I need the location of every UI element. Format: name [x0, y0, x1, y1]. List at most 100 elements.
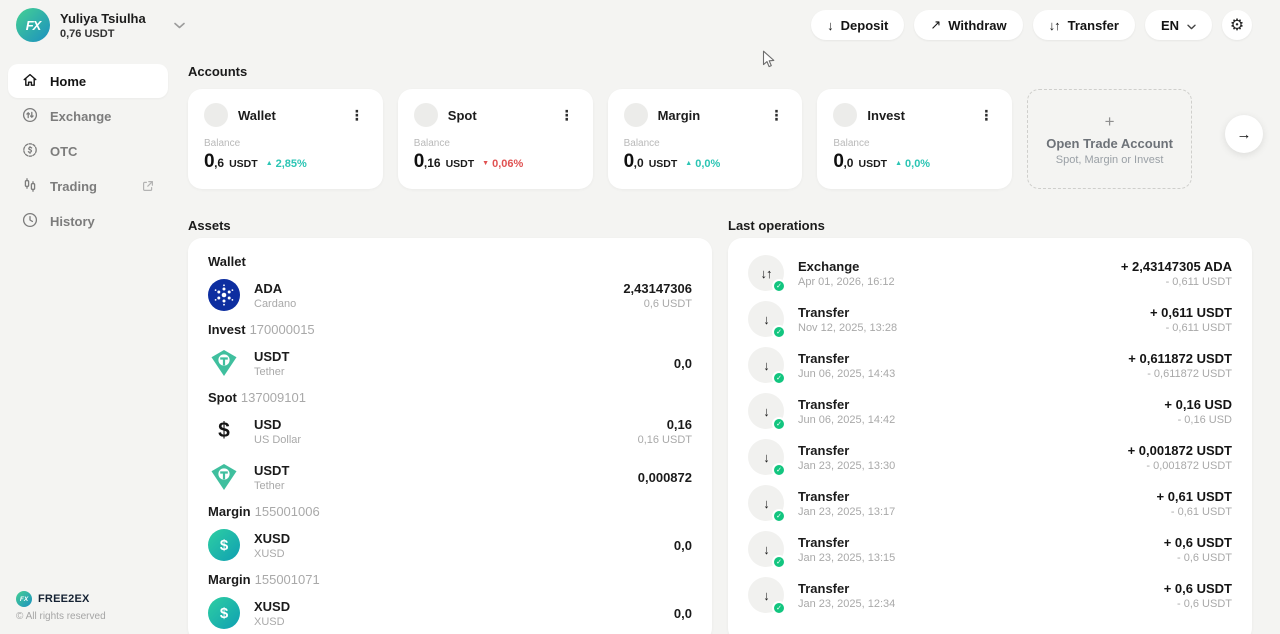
- account-avatar: [204, 103, 228, 127]
- transfer-operation-icon: ↓ ✓: [748, 393, 784, 429]
- balance-label: Balance: [833, 138, 996, 149]
- account-avatar: [624, 103, 648, 127]
- operation-amount-in: + 0,61 USDT: [1156, 489, 1232, 504]
- operation-type: Transfer: [798, 489, 895, 504]
- asset-row[interactable]: $ XUSD XUSD 0,0: [208, 527, 692, 563]
- user-menu[interactable]: FX Yuliya Tsiulha 0,76 USDT: [16, 8, 185, 42]
- transfer-button[interactable]: ↓↑ Transfer: [1033, 10, 1135, 40]
- operation-type: Transfer: [798, 351, 895, 366]
- language-selector[interactable]: EN: [1145, 10, 1212, 40]
- operation-row[interactable]: ↓↑ ✓ Exchange Apr 01, 2026, 16:12 + 2,43…: [748, 255, 1232, 291]
- account-card-wallet[interactable]: Wallet ⋮ Balance 0,6 USDT 2,85%: [188, 89, 383, 189]
- check-badge-icon: ✓: [772, 371, 786, 385]
- operation-amount-out: - 0,001872 USDT: [1128, 460, 1232, 472]
- sidebar-item-label: OTC: [50, 144, 77, 159]
- carousel-next-button[interactable]: →: [1225, 115, 1263, 153]
- operation-amount-out: - 0,611 USDT: [1121, 276, 1232, 288]
- asset-group: Margin155001006 $ XUSD XUSD 0,0: [208, 505, 692, 563]
- operation-row[interactable]: ↓ ✓ Transfer Jan 23, 2025, 12:34 + 0,6 U…: [748, 577, 1232, 613]
- sidebar-item-exchange[interactable]: Exchange: [8, 99, 168, 133]
- account-card-spot[interactable]: Spot ⋮ Balance 0,16 USDT 0,06%: [398, 89, 593, 189]
- user-balance: 0,76 USDT: [60, 28, 146, 40]
- sidebar-item-label: Trading: [50, 179, 97, 194]
- operation-amount-in: + 0,611872 USDT: [1128, 351, 1232, 366]
- open-trade-account-card[interactable]: + Open Trade Account Spot, Margin or Inv…: [1027, 89, 1192, 189]
- operation-row[interactable]: ↓ ✓ Transfer Jan 23, 2025, 13:30 + 0,001…: [748, 439, 1232, 475]
- operation-row[interactable]: ↓ ✓ Transfer Jun 06, 2025, 14:42 + 0,16 …: [748, 393, 1232, 429]
- asset-row[interactable]: USDT Tether 0,0: [208, 345, 692, 381]
- tether-icon: [208, 347, 240, 379]
- operation-date: Apr 01, 2026, 16:12: [798, 276, 895, 288]
- asset-name: Cardano: [254, 298, 296, 310]
- check-badge-icon: ✓: [772, 279, 786, 293]
- asset-row[interactable]: ADA Cardano 2,43147306 0,6 USDT: [208, 277, 692, 313]
- cardano-icon: [208, 279, 240, 311]
- arrow-up-right-icon: ↗: [930, 17, 940, 33]
- operation-date: Jan 23, 2025, 12:34: [798, 598, 895, 610]
- account-title: Invest: [867, 108, 905, 123]
- settings-button[interactable]: ⚙: [1222, 10, 1252, 40]
- chevron-down-icon: [174, 22, 185, 29]
- xusd-icon: $: [208, 597, 240, 629]
- asset-fiat-value: 0,16 USDT: [638, 434, 692, 446]
- chevron-down-icon: [1187, 18, 1196, 33]
- deposit-button[interactable]: ↓ Deposit: [811, 10, 904, 40]
- assets-section-title: Assets: [188, 218, 712, 233]
- check-badge-icon: ✓: [772, 601, 786, 615]
- operation-amount-in: + 0,6 USDT: [1164, 581, 1232, 596]
- asset-group: Margin155001071 $ XUSD XUSD 0,0: [208, 573, 692, 631]
- operation-amount-out: - 0,6 USDT: [1164, 552, 1232, 564]
- operation-type: Transfer: [798, 443, 895, 458]
- operation-row[interactable]: ↓ ✓ Transfer Jun 06, 2025, 14:43 + 0,611…: [748, 347, 1232, 383]
- assets-list: Wallet ADA Cardano 2,43147306 0,6 USDT I…: [208, 255, 692, 631]
- check-badge-icon: ✓: [772, 555, 786, 569]
- sidebar: Home Exchange OTC Trading History FX FRE…: [0, 50, 176, 634]
- asset-row[interactable]: $ USD US Dollar 0,16 0,16 USDT: [208, 413, 692, 449]
- asset-row[interactable]: USDT Tether 0,000872: [208, 459, 692, 495]
- dollar-icon: $: [208, 415, 240, 447]
- operation-amount-out: - 0,61 USDT: [1156, 506, 1232, 518]
- operation-date: Nov 12, 2025, 13:28: [798, 322, 897, 334]
- exchange-icon: [22, 107, 38, 126]
- check-badge-icon: ✓: [772, 463, 786, 477]
- account-title: Margin: [658, 108, 701, 123]
- sidebar-item-trading[interactable]: Trading: [8, 169, 168, 203]
- kebab-menu-icon[interactable]: ⋮: [347, 108, 367, 122]
- check-badge-icon: ✓: [772, 325, 786, 339]
- brand-logo-icon: FX: [16, 591, 32, 607]
- operation-type: Transfer: [798, 305, 897, 320]
- asset-symbol: ADA: [254, 281, 296, 296]
- sidebar-item-otc[interactable]: OTC: [8, 134, 168, 168]
- kebab-menu-icon[interactable]: ⋮: [766, 108, 786, 122]
- sidebar-item-home[interactable]: Home: [8, 64, 168, 98]
- account-card-margin[interactable]: Margin ⋮ Balance 0,0 USDT 0,0%: [608, 89, 803, 189]
- asset-name: XUSD: [254, 616, 290, 628]
- account-cards-row: Wallet ⋮ Balance 0,6 USDT 2,85% Spot ⋮ B…: [188, 89, 1192, 189]
- kebab-menu-icon[interactable]: ⋮: [976, 108, 996, 122]
- operation-type: Exchange: [798, 259, 895, 274]
- withdraw-button[interactable]: ↗ Withdraw: [914, 10, 1022, 40]
- operation-amount-in: + 0,001872 USDT: [1128, 443, 1232, 458]
- operation-row[interactable]: ↓ ✓ Transfer Nov 12, 2025, 13:28 + 0,611…: [748, 301, 1232, 337]
- operation-date: Jun 06, 2025, 14:42: [798, 414, 895, 426]
- asset-amount: 0,0: [674, 538, 692, 553]
- account-balance: 0,6 USDT 2,85%: [204, 151, 367, 173]
- check-badge-icon: ✓: [772, 417, 786, 431]
- operation-row[interactable]: ↓ ✓ Transfer Jan 23, 2025, 13:15 + 0,6 U…: [748, 531, 1232, 567]
- operations-section-title: Last operations: [728, 218, 1252, 233]
- arrows-down-up-icon: ↓↑: [1049, 18, 1060, 33]
- operation-row[interactable]: ↓ ✓ Transfer Jan 23, 2025, 13:17 + 0,61 …: [748, 485, 1232, 521]
- kebab-menu-icon[interactable]: ⋮: [557, 108, 577, 122]
- copyright: © All rights reserved: [16, 611, 106, 622]
- asset-group-header: Margin155001071: [208, 573, 692, 587]
- asset-amount: 0,0: [674, 606, 692, 621]
- transfer-operation-icon: ↓ ✓: [748, 531, 784, 567]
- transfer-operation-icon: ↓ ✓: [748, 347, 784, 383]
- accounts-section-title: Accounts: [188, 64, 1252, 79]
- asset-row[interactable]: $ XUSD XUSD 0,0: [208, 595, 692, 631]
- main-content: Accounts Wallet ⋮ Balance 0,6 USDT 2,85%…: [188, 50, 1252, 634]
- asset-group-header: Invest170000015: [208, 323, 692, 337]
- sidebar-item-history[interactable]: History: [8, 204, 168, 238]
- account-card-invest[interactable]: Invest ⋮ Balance 0,0 USDT 0,0%: [817, 89, 1012, 189]
- clock-icon: [22, 212, 38, 231]
